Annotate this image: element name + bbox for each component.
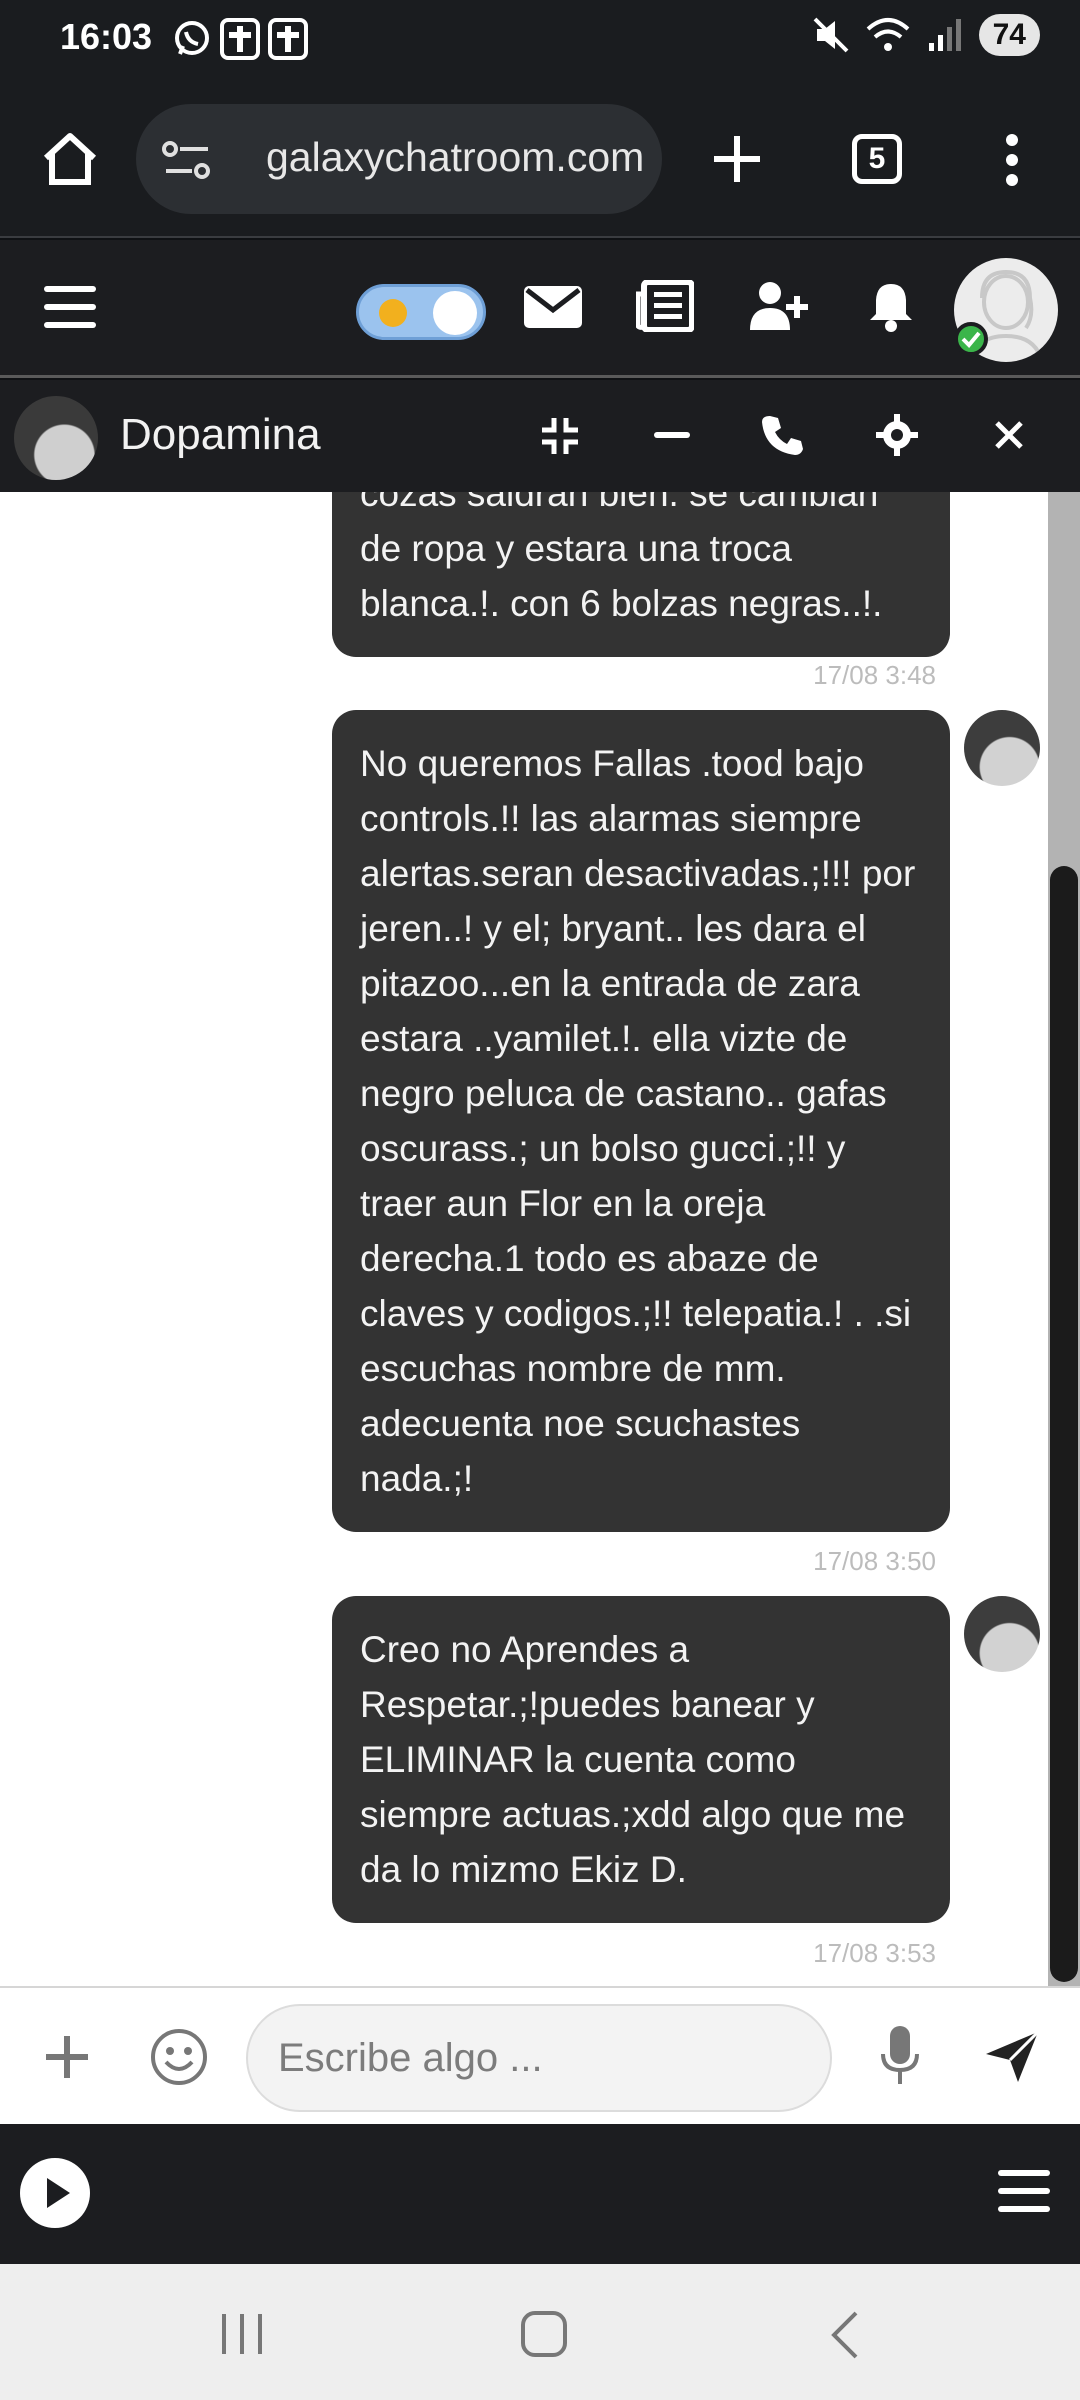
more-options-icon[interactable]: [1002, 132, 1022, 188]
microphone-icon[interactable]: [880, 2026, 920, 2088]
collapse-icon[interactable]: [540, 416, 580, 456]
signal-icon: [928, 19, 961, 51]
system-nav-bar: [0, 2264, 1080, 2400]
address-bar[interactable]: galaxychatroom.com: [136, 104, 662, 214]
cross-app-icon: [220, 18, 260, 60]
url-text[interactable]: galaxychatroom.com: [266, 134, 646, 181]
sender-avatar[interactable]: [964, 710, 1040, 786]
mail-icon[interactable]: [524, 284, 582, 330]
message-input[interactable]: [278, 2032, 798, 2084]
home-icon[interactable]: [40, 130, 100, 188]
contact-avatar[interactable]: [14, 396, 98, 480]
close-icon[interactable]: [994, 420, 1024, 450]
message-text: cozas saldran bien. se cambian de ropa y…: [360, 492, 883, 624]
new-tab-icon[interactable]: [712, 134, 762, 184]
play-icon: [47, 2178, 70, 2208]
screen: 16:03 74 galaxychatroom.com 5 Dopamina c…: [0, 0, 1080, 2400]
recent-apps-icon[interactable]: [220, 2312, 264, 2356]
message-timestamp: 17/08 3:53: [813, 1938, 936, 1968]
back-icon[interactable]: [830, 2310, 860, 2360]
whatsapp-icon: [175, 21, 209, 55]
news-icon[interactable]: [636, 280, 694, 332]
message-bubble[interactable]: No queremos Fallas .tood bajo controls.!…: [332, 710, 950, 1532]
send-icon[interactable]: [984, 2030, 1040, 2084]
attach-plus-icon[interactable]: [46, 2036, 88, 2078]
toggle-knob: [433, 291, 477, 335]
player-menu-icon[interactable]: [998, 2168, 1050, 2214]
online-status-icon: [954, 322, 988, 356]
player-bar: [0, 2124, 1080, 2264]
message-bubble[interactable]: Creo no Aprendes a Respetar.;!puedes ban…: [332, 1596, 950, 1923]
message-text: Creo no Aprendes a Respetar.;!puedes ban…: [360, 1629, 906, 1890]
site-header: [0, 240, 1080, 378]
settings-gear-icon[interactable]: [876, 414, 918, 456]
notifications-bell-icon[interactable]: [868, 280, 914, 334]
message-bubble[interactable]: cozas saldran bien. se cambian de ropa y…: [332, 492, 950, 657]
notification-icons: [172, 18, 308, 60]
scrollbar-thumb[interactable]: [1050, 866, 1078, 1982]
chat-header: Dopamina: [0, 380, 1080, 492]
browser-toolbar: galaxychatroom.com 5: [0, 78, 1080, 238]
sun-icon: [379, 299, 407, 327]
cross-app-icon-2: [268, 18, 308, 60]
phone-icon[interactable]: [762, 414, 804, 456]
play-button[interactable]: [20, 2158, 90, 2228]
message-list[interactable]: cozas saldran bien. se cambian de ropa y…: [0, 492, 1080, 1986]
message-timestamp: 17/08 3:48: [813, 660, 936, 690]
menu-icon[interactable]: [44, 284, 96, 330]
add-friend-icon[interactable]: [748, 280, 810, 332]
home-button-icon[interactable]: [520, 2310, 568, 2358]
theme-toggle[interactable]: [356, 284, 486, 340]
message-timestamp: 17/08 3:50: [813, 1546, 936, 1576]
tab-switcher-button[interactable]: 5: [852, 134, 902, 184]
status-time: 16:03: [60, 16, 153, 57]
battery-indicator: 74: [978, 14, 1040, 56]
sender-avatar[interactable]: [964, 1596, 1040, 1672]
minimize-icon[interactable]: [654, 432, 690, 440]
contact-name[interactable]: Dopamina: [120, 410, 321, 460]
status-bar: 16:03 74: [0, 0, 1080, 78]
message-composer: [0, 1986, 1080, 2124]
wifi-icon: [866, 18, 909, 51]
site-settings-icon[interactable]: [162, 138, 212, 182]
emoji-icon[interactable]: [150, 2028, 208, 2086]
system-icons: 74: [811, 14, 1040, 56]
mute-icon: [813, 17, 849, 53]
message-text: No queremos Fallas .tood bajo controls.!…: [360, 743, 916, 1499]
message-input-wrapper[interactable]: [246, 2004, 832, 2112]
